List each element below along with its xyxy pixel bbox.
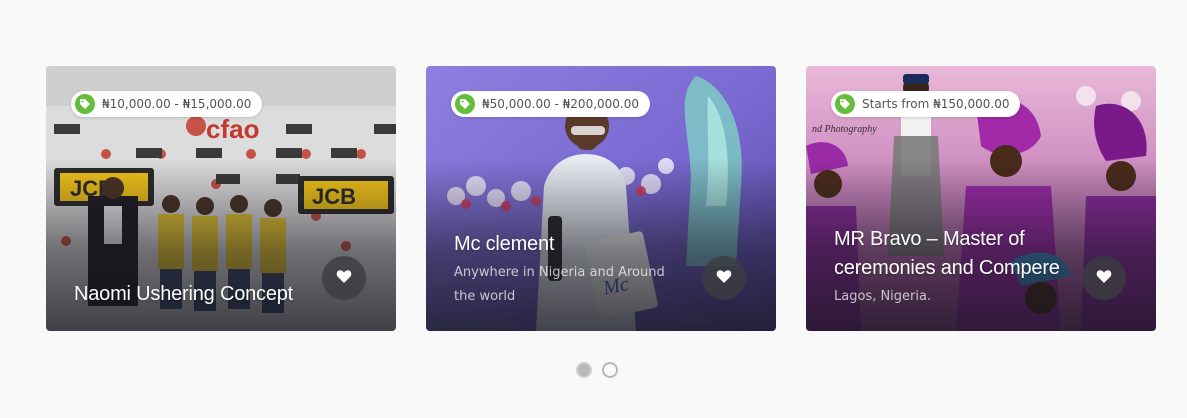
like-button[interactable] [322,256,366,300]
price-badge: Starts from ₦150,000.00 [831,91,1021,117]
listing-card[interactable]: nd Photography Starts from ₦150,000.00 M… [806,66,1156,331]
price-badge: ₦50,000.00 - ₦200,000.00 [451,91,651,117]
heart-icon [336,269,352,288]
pagination-dot-1[interactable] [576,362,592,378]
heart-icon [716,269,732,288]
price-badge: ₦10,000.00 - ₦15,000.00 [71,91,263,117]
listing-carousel: JCB JCB cfao [0,0,1187,418]
listing-info: Naomi Ushering Concept [74,280,306,309]
price-range: ₦50,000.00 - ₦200,000.00 [482,97,640,111]
listing-title[interactable]: Naomi Ushering Concept [74,280,306,309]
price-tag-icon [835,94,855,114]
price-tag-icon [455,94,475,114]
like-button[interactable] [702,256,746,300]
like-button[interactable] [1082,256,1126,300]
price-range: Starts from ₦150,000.00 [862,97,1010,111]
listing-info: MR Bravo – Master of ceremonies and Comp… [834,225,1066,309]
listing-title[interactable]: Mc clement [454,230,686,259]
listing-card[interactable]: Mc ₦50,000.00 - ₦200,000.00 Mc clement A… [426,66,776,331]
listing-location: Anywhere in Nigeria and Around the world [454,265,665,304]
pagination-dot-2[interactable] [602,362,618,378]
listing-card[interactable]: JCB JCB cfao [46,66,396,331]
price-range: ₦10,000.00 - ₦15,000.00 [102,97,252,111]
listing-title[interactable]: MR Bravo – Master of ceremonies and Comp… [834,225,1066,283]
heart-icon [1096,269,1112,288]
price-tag-icon [75,94,95,114]
carousel-pagination [576,362,618,378]
listing-info: Mc clement Anywhere in Nigeria and Aroun… [454,230,686,309]
listing-location: Lagos, Nigeria. [834,289,932,304]
